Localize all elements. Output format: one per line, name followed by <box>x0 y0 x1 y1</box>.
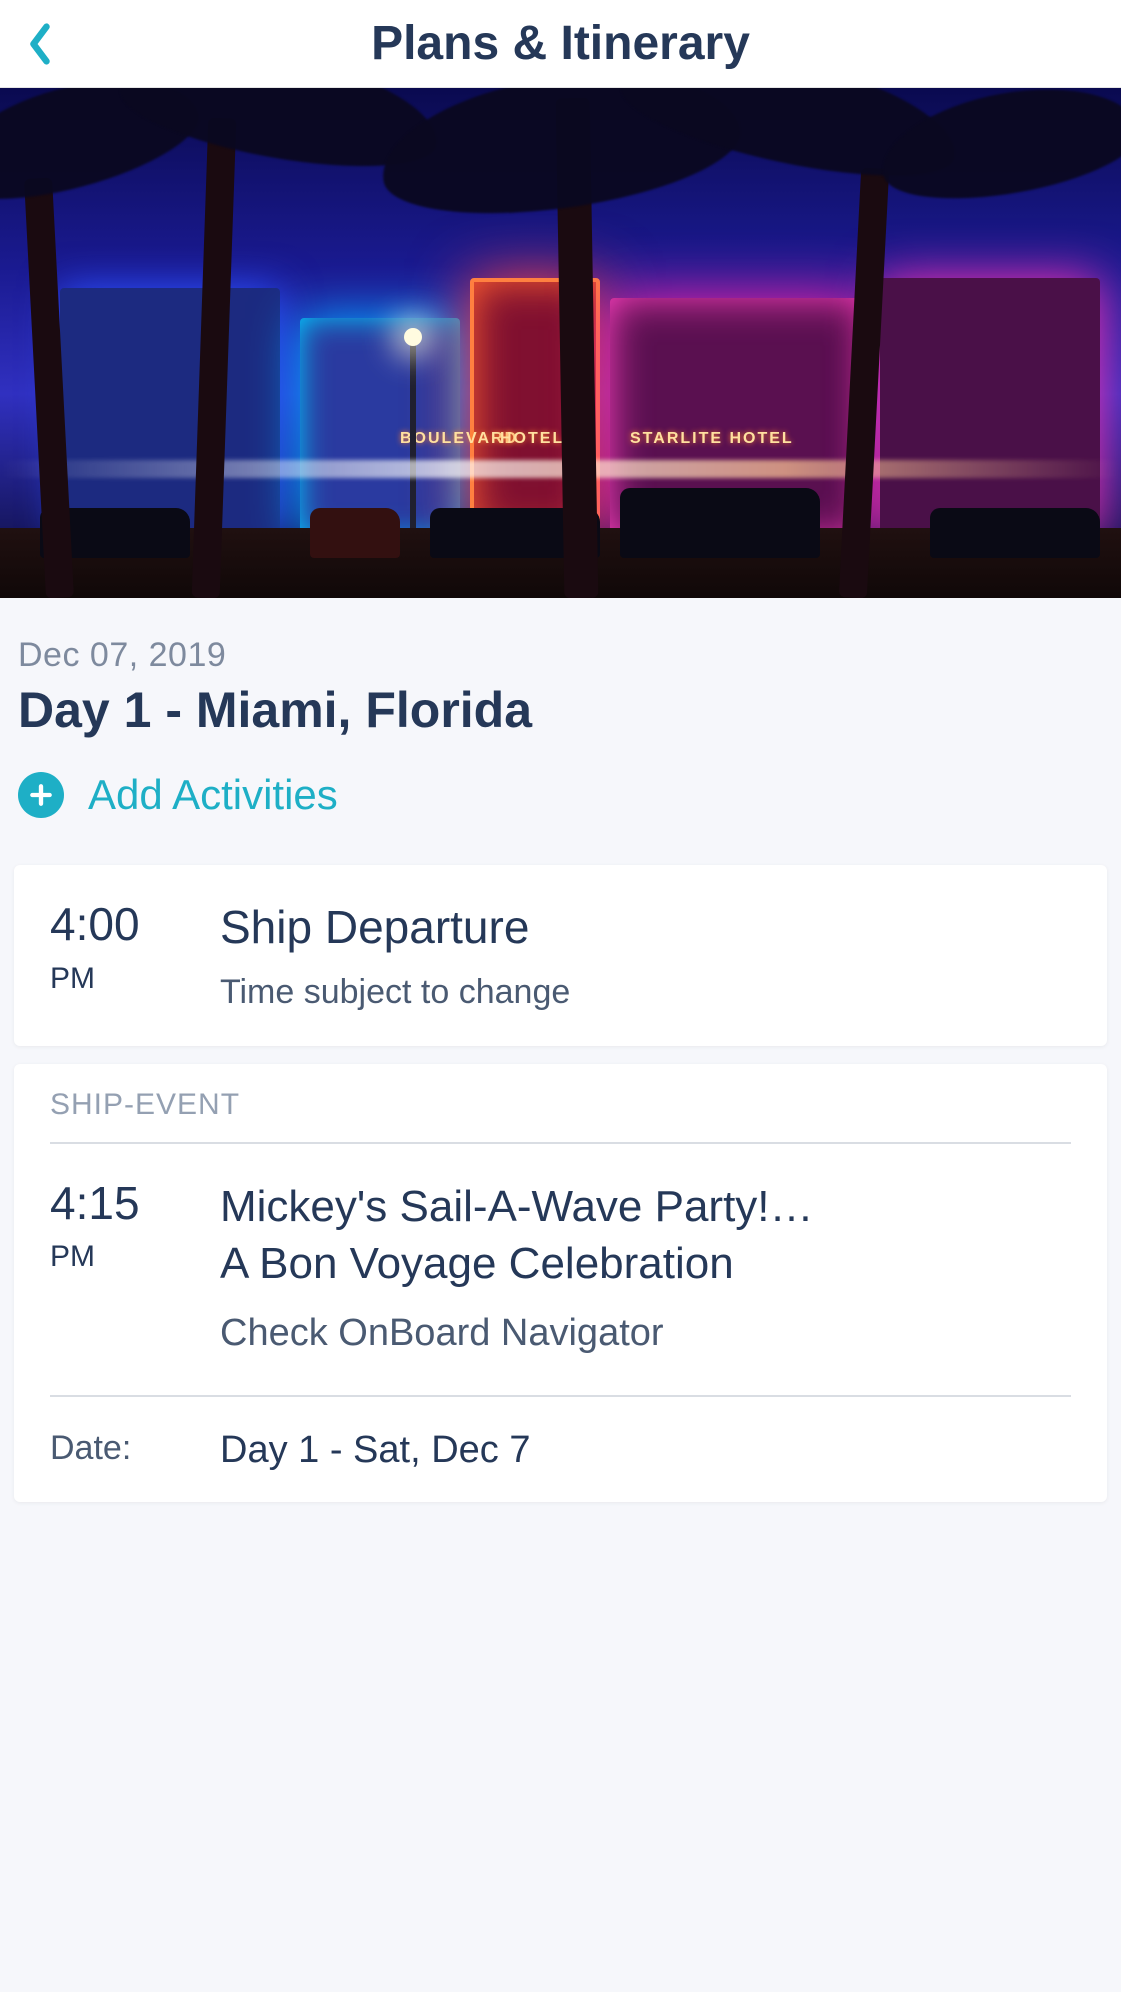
plus-icon <box>18 772 64 818</box>
back-button[interactable] <box>18 22 62 66</box>
event-section-label: SHIP-EVENT <box>50 1088 1071 1144</box>
event-time: 4:00 <box>50 899 180 950</box>
add-activities-button[interactable]: Add Activities <box>18 771 1103 819</box>
day-date: Dec 07, 2019 <box>18 636 1103 675</box>
hero-sign: STARLITE HOTEL <box>630 430 794 448</box>
event-title: Ship Departure <box>220 899 1071 957</box>
chevron-left-icon <box>27 22 53 66</box>
hero-sign: HOTEL <box>500 430 564 448</box>
divider <box>50 1395 1071 1397</box>
hero-image: BOULEVARD HOTEL STARLITE HOTEL <box>0 88 1121 598</box>
event-meta-value: Day 1 - Sat, Dec 7 <box>220 1429 530 1472</box>
day-header: Dec 07, 2019 Day 1 - Miami, Florida Add … <box>0 598 1121 843</box>
page-title: Plans & Itinerary <box>371 16 750 71</box>
app-header: Plans & Itinerary <box>0 0 1121 88</box>
event-time: 4:15 <box>50 1178 180 1229</box>
event-subtitle: Time subject to change <box>220 973 1071 1012</box>
day-title: Day 1 - Miami, Florida <box>18 681 1103 739</box>
event-title: Mickey's Sail-A-Wave Party!… A Bon Voyag… <box>220 1178 1071 1292</box>
add-activities-label: Add Activities <box>88 771 338 819</box>
event-location: Check OnBoard Navigator <box>220 1312 1071 1355</box>
event-ampm: PM <box>50 1240 180 1274</box>
event-meta-label: Date: <box>50 1429 180 1472</box>
event-card[interactable]: SHIP-EVENT 4:15 PM Mickey's Sail-A-Wave … <box>14 1064 1107 1502</box>
event-ampm: PM <box>50 962 180 996</box>
event-meta-row: Date: Day 1 - Sat, Dec 7 <box>50 1429 1071 1472</box>
event-card[interactable]: 4:00 PM Ship Departure Time subject to c… <box>14 865 1107 1046</box>
